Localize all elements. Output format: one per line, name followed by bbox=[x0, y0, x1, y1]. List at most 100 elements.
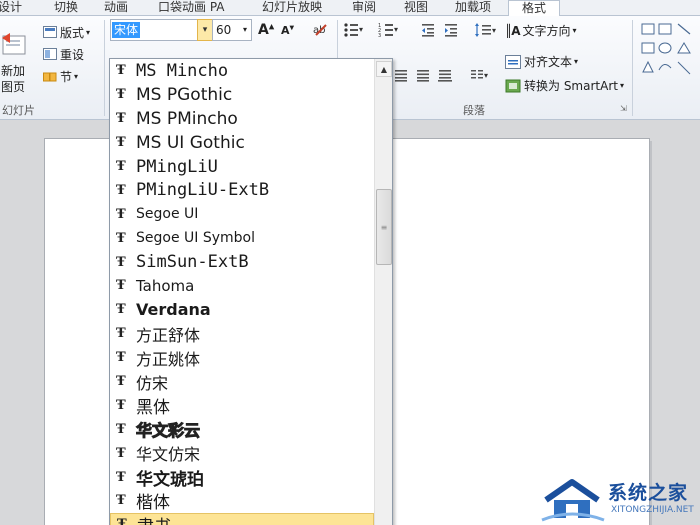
ribbon-tab-bar: 设计 切换 动画 口袋动画 PA 幻灯片放映 审阅 视图 加载项 格式 bbox=[0, 0, 700, 17]
columns-button[interactable]: ▾ bbox=[470, 68, 490, 82]
tab-design[interactable]: 设计 bbox=[0, 0, 22, 16]
line-spacing-icon: ▾ bbox=[475, 23, 496, 37]
increase-indent-icon bbox=[445, 24, 457, 37]
slides-group-label: 幻灯片 bbox=[2, 104, 35, 117]
new-slide-label-2[interactable]: 图页 bbox=[1, 78, 25, 95]
font-item-label: Verdana bbox=[136, 300, 211, 320]
chevron-down-icon: ▾ bbox=[242, 25, 247, 34]
tab-animations[interactable]: 动画 bbox=[104, 0, 128, 16]
layout-icon bbox=[43, 26, 57, 38]
convert-smartart-button[interactable]: 转换为 SmartArt ▾ bbox=[505, 77, 624, 94]
truetype-icon: Ŧ bbox=[116, 350, 126, 366]
reset-button[interactable]: 重设 bbox=[43, 46, 84, 62]
svg-text:▾: ▾ bbox=[484, 71, 488, 80]
font-name-box[interactable]: 宋体 ▾ bbox=[110, 19, 213, 41]
truetype-icon: Ŧ bbox=[116, 493, 126, 509]
truetype-icon: Ŧ bbox=[116, 135, 126, 151]
tab-review[interactable]: 审阅 bbox=[352, 0, 376, 16]
grow-font-button[interactable]: A▲ bbox=[258, 22, 274, 38]
new-slide-icon[interactable] bbox=[0, 30, 30, 60]
font-item-label: MS UI Gothic bbox=[136, 132, 245, 153]
font-list-scrollbar[interactable]: ▲ ≡ bbox=[374, 59, 392, 525]
tab-addins[interactable]: 加载项 bbox=[455, 0, 491, 16]
font-item[interactable]: Ŧ Segoe UI bbox=[110, 202, 374, 226]
tab-slideshow[interactable]: 幻灯片放映 bbox=[262, 0, 322, 16]
font-item-label: 方正姚体 bbox=[136, 349, 201, 369]
text-direction-button[interactable]: ║A 文字方向 ▾ bbox=[505, 22, 577, 39]
font-item[interactable]: Ŧ MS PGothic bbox=[110, 83, 374, 107]
clear-formatting-button[interactable]: ab bbox=[312, 22, 330, 38]
shapes-gallery-icon bbox=[641, 23, 691, 75]
group-divider bbox=[104, 20, 105, 116]
font-item-label: MS Mincho bbox=[136, 60, 229, 81]
tab-pocket-animation[interactable]: 口袋动画 PA bbox=[158, 0, 225, 16]
font-dropdown-button[interactable]: ▾ bbox=[197, 19, 213, 41]
section-button[interactable]: 节 ▾ bbox=[43, 68, 78, 84]
increase-indent-button[interactable] bbox=[443, 22, 459, 38]
line-spacing-button[interactable]: ▾ bbox=[474, 22, 498, 38]
font-item[interactable]: Ŧ 华文彩云 bbox=[110, 417, 374, 441]
tab-format[interactable]: 格式 bbox=[508, 0, 560, 17]
scroll-thumb[interactable]: ≡ bbox=[376, 189, 392, 265]
font-item[interactable]: Ŧ 仿宋 bbox=[110, 370, 374, 394]
distributed-icon bbox=[438, 70, 452, 82]
font-item[interactable]: Ŧ 隶书 bbox=[110, 512, 374, 525]
font-size-box[interactable]: 60 ▾ bbox=[212, 19, 252, 41]
decrease-indent-icon bbox=[422, 24, 434, 37]
align-text-icon bbox=[505, 54, 521, 69]
new-slide-label-1[interactable]: 新加 bbox=[1, 62, 25, 79]
scroll-up-button[interactable]: ▲ bbox=[376, 61, 392, 77]
tab-view[interactable]: 视图 bbox=[404, 0, 428, 16]
watermark: 系统之家 XITONGZHIJIA.NET bbox=[538, 470, 700, 525]
decrease-indent-button[interactable] bbox=[420, 22, 436, 38]
distributed-button[interactable] bbox=[438, 68, 452, 82]
align-text-button[interactable]: 对齐文本 ▾ bbox=[505, 53, 578, 70]
paragraph-dialog-launcher-icon[interactable]: ⇲ bbox=[620, 104, 627, 113]
font-item-label: Tahoma bbox=[136, 276, 195, 295]
font-item[interactable]: Ŧ Verdana bbox=[110, 298, 374, 322]
numbering-icon: 123▾ bbox=[378, 23, 398, 38]
chevron-up-icon: ▲ bbox=[380, 64, 388, 74]
section-icon bbox=[43, 72, 57, 82]
truetype-icon: Ŧ bbox=[116, 397, 126, 413]
numbering-button[interactable]: 1 2 3 ▾ bbox=[378, 22, 400, 38]
align-left-icon bbox=[395, 70, 407, 82]
font-name-value[interactable]: 宋体 bbox=[112, 22, 141, 38]
svg-text:3: 3 bbox=[378, 33, 381, 38]
chevron-down-icon: ▾ bbox=[619, 81, 624, 90]
font-item-label: 华文琥珀 bbox=[136, 469, 204, 490]
font-item[interactable]: Ŧ 华文仿宋 bbox=[110, 441, 374, 465]
layout-button[interactable]: 版式 ▾ bbox=[43, 24, 90, 40]
font-item[interactable]: Ŧ 黑体 bbox=[110, 393, 374, 418]
font-item[interactable]: Ŧ Segoe UI Symbol bbox=[110, 226, 374, 250]
font-size-dropdown-button[interactable]: ▾ bbox=[239, 20, 251, 40]
font-item-label: SimSun-ExtB bbox=[136, 252, 249, 273]
text-direction-label: 文字方向 bbox=[522, 24, 571, 38]
font-item[interactable]: Ŧ Tahoma bbox=[110, 274, 374, 298]
tab-transitions[interactable]: 切换 bbox=[54, 0, 78, 16]
truetype-icon: Ŧ bbox=[116, 302, 126, 318]
font-item[interactable]: Ŧ 华文琥珀 bbox=[110, 465, 374, 490]
font-item[interactable]: Ŧ PMingLiU-ExtB bbox=[110, 178, 374, 202]
font-item[interactable]: Ŧ MS UI Gothic bbox=[110, 131, 374, 155]
align-center-button[interactable] bbox=[416, 68, 430, 82]
bullets-button[interactable]: ▾ bbox=[343, 22, 365, 38]
font-item[interactable]: Ŧ SimSun-ExtB bbox=[110, 250, 374, 274]
font-item[interactable]: Ŧ MS Mincho bbox=[110, 59, 374, 83]
svg-text:▾: ▾ bbox=[394, 25, 398, 34]
font-item[interactable]: Ŧ 楷体 bbox=[110, 489, 374, 513]
truetype-icon: Ŧ bbox=[117, 517, 127, 525]
font-item[interactable]: Ŧ MS PMincho bbox=[110, 107, 374, 131]
shapes-gallery[interactable] bbox=[640, 22, 700, 82]
svg-text:▾: ▾ bbox=[492, 26, 496, 35]
truetype-icon: Ŧ bbox=[116, 206, 126, 222]
font-item[interactable]: Ŧ 方正姚体 bbox=[110, 346, 374, 370]
shrink-font-icon: A▼ bbox=[281, 24, 295, 37]
align-left-button[interactable] bbox=[394, 68, 408, 82]
layout-label: 版式 bbox=[60, 25, 85, 40]
font-item-label: 华文彩云 bbox=[135, 421, 201, 441]
font-item[interactable]: Ŧ PMingLiU bbox=[110, 155, 374, 179]
font-size-value[interactable]: 60 bbox=[216, 23, 231, 37]
font-item[interactable]: Ŧ 方正舒体 bbox=[110, 322, 374, 346]
shrink-font-button[interactable]: A▼ bbox=[281, 24, 294, 37]
